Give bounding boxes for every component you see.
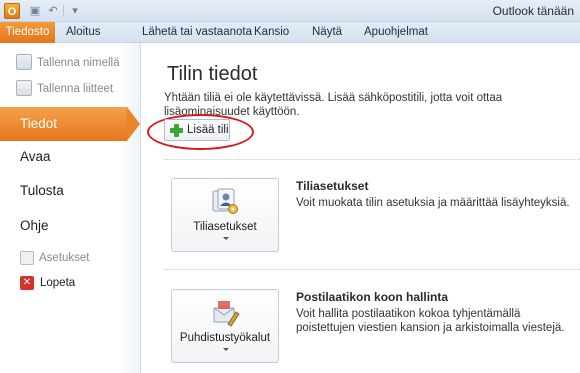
options-label: Asetukset bbox=[39, 252, 90, 265]
add-account-label: Lisää tili bbox=[187, 124, 229, 136]
exit-label: Lopeta bbox=[40, 277, 76, 290]
tab-aloitus[interactable]: Aloitus bbox=[66, 22, 101, 43]
sidebar-item-ohje[interactable]: Ohje bbox=[20, 218, 49, 233]
tab-kansio[interactable]: Kansio bbox=[254, 22, 289, 43]
save-as-command[interactable]: Tallenna nimellä bbox=[16, 53, 120, 72]
tab-apuohjelmat[interactable]: Apuohjelmat bbox=[364, 22, 428, 43]
save-icon[interactable]: ▣ bbox=[28, 4, 42, 18]
save-as-label: Tallenna nimellä bbox=[37, 57, 120, 69]
chevron-down-icon bbox=[223, 237, 229, 240]
ribbon-tabs: Tiedosto Aloitus Lähetä tai vastaanota K… bbox=[0, 22, 580, 43]
account-settings-title: Tiliasetukset bbox=[296, 179, 369, 193]
undo-icon[interactable]: ↶ bbox=[46, 4, 60, 18]
window-title: Outlook tänään bbox=[492, 4, 574, 18]
section-divider bbox=[164, 159, 580, 160]
tab-tiedosto[interactable]: Tiedosto bbox=[0, 22, 55, 43]
mailbox-size-description: Voit hallita postilaatikon kokoa tyhjent… bbox=[296, 308, 565, 334]
selected-arrow bbox=[127, 107, 140, 141]
save-attachments-command[interactable]: Tallenna liitteet bbox=[16, 79, 114, 98]
account-settings-description: Voit muokata tilin asetuksia ja määrittä… bbox=[296, 197, 570, 209]
account-settings-button[interactable]: Tiliasetukset bbox=[171, 178, 279, 252]
outlook-app-icon[interactable]: O bbox=[4, 3, 20, 19]
sidebar-item-tiedot[interactable]: Tiedot bbox=[0, 107, 127, 141]
save-attachments-icon bbox=[16, 79, 32, 96]
chevron-down-icon bbox=[223, 348, 229, 351]
exit-command[interactable]: ✕ Lopeta bbox=[20, 276, 75, 290]
exit-icon: ✕ bbox=[20, 276, 34, 290]
mailbox-cleanup-icon bbox=[213, 301, 240, 327]
plus-icon bbox=[170, 124, 183, 137]
cleanup-tools-button[interactable]: Puhdistustyökalut bbox=[171, 289, 279, 363]
account-settings-icon bbox=[212, 188, 238, 214]
customize-quick-access-icon[interactable]: ▾ bbox=[68, 4, 82, 18]
options-icon bbox=[20, 251, 34, 265]
save-attachments-label: Tallenna liitteet bbox=[37, 83, 114, 95]
title-bar: O ▣ ↶ ▾ Outlook tänään bbox=[0, 0, 580, 22]
account-info-pane: Tilin tiedot Yhtään tiliä ei ole käytett… bbox=[142, 43, 580, 373]
add-account-button[interactable]: Lisää tili bbox=[164, 119, 230, 141]
mailbox-size-title: Postilaatikon koon hallinta bbox=[296, 290, 449, 304]
sidebar-item-tulosta[interactable]: Tulosta bbox=[20, 183, 64, 198]
cleanup-tools-label: Puhdistustyökalut bbox=[179, 332, 271, 344]
options-command[interactable]: Asetukset bbox=[20, 251, 90, 265]
account-description: Yhtään tiliä ei ole käytettävissä. Lisää… bbox=[164, 92, 503, 118]
page-title: Tilin tiedot bbox=[167, 63, 258, 85]
account-settings-label: Tiliasetukset bbox=[193, 221, 257, 233]
tab-laheta-tai-vastaanota[interactable]: Lähetä tai vastaanota bbox=[142, 22, 252, 43]
quick-access-separator bbox=[63, 5, 64, 17]
section-divider bbox=[164, 269, 580, 270]
tab-nayta[interactable]: Näytä bbox=[312, 22, 342, 43]
backstage-sidebar: Tallenna nimellä Tallenna liitteet Tiedo… bbox=[0, 43, 141, 373]
save-as-icon bbox=[16, 53, 32, 70]
sidebar-item-avaa[interactable]: Avaa bbox=[20, 149, 51, 164]
